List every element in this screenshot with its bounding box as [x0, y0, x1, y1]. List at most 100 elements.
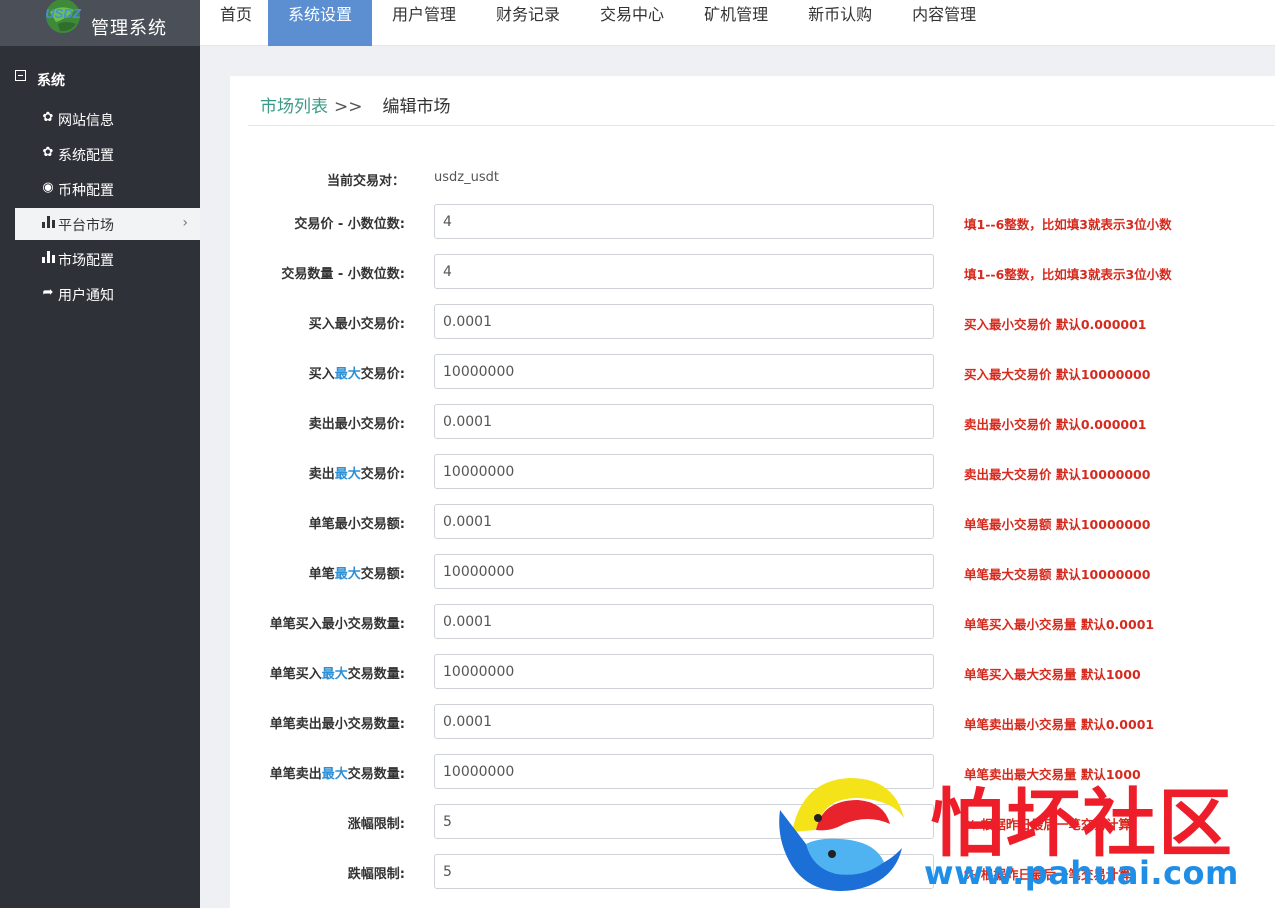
field-input[interactable] [434, 654, 934, 689]
form-row: 卖出最小交易价: 卖出最小交易价 默认0.000001 [230, 404, 1275, 440]
field-label: 单笔买入最小交易数量: [270, 613, 405, 632]
breadcrumb-divider [248, 125, 1275, 126]
form-row: 单笔买入最大交易数量: 单笔买入最大交易量 默认1000 [230, 654, 1275, 690]
form-row: 跌幅限制: % 根据昨日最后一笔交易计算 [230, 854, 1275, 890]
target-icon: ◉ [42, 180, 54, 195]
field-label: 单笔最大交易额: [309, 563, 405, 582]
field-label-text: 卖出 [308, 467, 335, 482]
field-hint: 卖出最小交易价 默认0.000001 [964, 417, 1147, 432]
field-hint: 卖出最大交易价 默认10000000 [964, 467, 1151, 482]
field-label-highlight: 最大 [321, 667, 348, 682]
sidebar-item-label: 币种配置 [58, 183, 114, 199]
nav-finance-records[interactable]: 财务记录 [476, 0, 580, 46]
field-input[interactable] [434, 854, 934, 889]
field-label: 跌幅限制: [348, 863, 405, 882]
form-row: 买入最小交易价: 买入最小交易价 默认0.000001 [230, 304, 1275, 340]
field-input[interactable] [434, 554, 934, 589]
nav-trading-center[interactable]: 交易中心 [580, 0, 684, 46]
field-hint: % 根据昨日最后一笔交易计算 [964, 817, 1131, 832]
field-label: 买入最大交易价: [309, 363, 405, 382]
breadcrumb-market-list-link[interactable]: 市场列表 [260, 97, 328, 117]
field-input[interactable] [434, 204, 934, 239]
form-row: 单笔最小交易额: 单笔最小交易额 默认10000000 [230, 504, 1275, 540]
field-label-text: 涨幅限制: [347, 817, 405, 832]
field-input[interactable] [434, 254, 934, 289]
field-input[interactable] [434, 454, 934, 489]
field-input[interactable] [434, 304, 934, 339]
field-label: 单笔卖出最大交易数量: [270, 763, 405, 782]
sidebar-item-label: 平台市场 [58, 218, 114, 234]
field-label-highlight: 最大 [334, 567, 361, 582]
field-label-text: 买入 [308, 367, 335, 382]
sidebar-item-market-config[interactable]: 市场配置 [15, 243, 200, 275]
field-label-text: 单笔 [308, 567, 335, 582]
form-row-pair: 当前交易对： usdz_usdt [230, 161, 1275, 197]
sidebar: 系统 ✿ 网站信息 ✿ 系统配置 ◉ 币种配置 平台市场 › 市场配置 ➦ 用户… [0, 46, 200, 908]
form-row: 涨幅限制: % 根据昨日最后一笔交易计算 [230, 804, 1275, 840]
field-label-text: 交易额: [360, 567, 405, 582]
form-row: 买入最大交易价: 买入最大交易价 默认10000000 [230, 354, 1275, 390]
nav-home[interactable]: 首页 [200, 0, 268, 46]
field-label-text: 单笔买入最小交易数量: [269, 617, 405, 632]
field-hint: 买入最小交易价 默认0.000001 [964, 317, 1147, 332]
field-label-highlight: 最大 [334, 467, 361, 482]
field-input[interactable] [434, 754, 934, 789]
field-input[interactable] [434, 804, 934, 839]
field-label-highlight: 最大 [321, 767, 348, 782]
form-row: 单笔卖出最大交易数量: 单笔卖出最大交易量 默认1000 [230, 754, 1275, 790]
field-label: 单笔最小交易额: [309, 513, 405, 532]
sidebar-item-label: 用户通知 [58, 288, 114, 304]
field-label-text: 交易价 - 小数位数: [294, 217, 405, 232]
sidebar-item-user-notice[interactable]: ➦ 用户通知 [15, 278, 200, 310]
sidebar-item-platform-market[interactable]: 平台市场 › [15, 208, 200, 240]
field-input[interactable] [434, 404, 934, 439]
nav-miner-management[interactable]: 矿机管理 [684, 0, 788, 46]
pair-label: 当前交易对： [326, 174, 405, 189]
breadcrumb: 市场列表 >> 编辑市场 [260, 92, 451, 117]
field-label-text: 交易数量 - 小数位数: [281, 267, 405, 282]
top-bar: USDZ 管理系统 首页 系统设置 用户管理 财务记录 交易中心 矿机管理 新币… [0, 0, 1275, 46]
field-label-text: 单笔买入 [269, 667, 322, 682]
nav-content-management[interactable]: 内容管理 [892, 0, 996, 46]
form-row: 卖出最大交易价: 卖出最大交易价 默认10000000 [230, 454, 1275, 490]
field-input[interactable] [434, 504, 934, 539]
sidebar-group-system[interactable]: 系统 [0, 66, 200, 92]
field-hint: 单笔最大交易额 默认10000000 [964, 567, 1151, 582]
field-label: 卖出最大交易价: [309, 463, 405, 482]
share-arrow-icon: ➦ [42, 285, 54, 300]
nav-new-coin-subscription[interactable]: 新币认购 [788, 0, 892, 46]
main-nav: 首页 系统设置 用户管理 财务记录 交易中心 矿机管理 新币认购 内容管理 [200, 0, 996, 46]
form-row: 单笔卖出最小交易数量: 单笔卖出最小交易量 默认0.0001 [230, 704, 1275, 740]
field-input[interactable] [434, 704, 934, 739]
field-label: 单笔卖出最小交易数量: [270, 713, 405, 732]
field-label-text: 单笔卖出最小交易数量: [269, 717, 405, 732]
sidebar-item-coin-config[interactable]: ◉ 币种配置 [15, 173, 200, 205]
field-hint: 单笔买入最小交易量 默认0.0001 [964, 617, 1155, 632]
field-label-text: 跌幅限制: [347, 867, 405, 882]
chevron-right-icon: › [182, 215, 188, 231]
nav-user-management[interactable]: 用户管理 [372, 0, 476, 46]
brand-logo-text: USDZ [45, 6, 81, 21]
gear-icon: ✿ [42, 145, 54, 160]
nav-system-settings[interactable]: 系统设置 [268, 0, 373, 46]
bar-chart-icon [41, 216, 55, 230]
sidebar-item-system-config[interactable]: ✿ 系统配置 [15, 138, 200, 170]
breadcrumb-current: 编辑市场 [382, 97, 451, 117]
field-label-text: 单笔最小交易额: [308, 517, 405, 532]
field-hint: 单笔最小交易额 默认10000000 [964, 517, 1151, 532]
field-label-text: 交易价: [360, 467, 405, 482]
field-label: 交易价 - 小数位数: [294, 213, 405, 232]
field-input[interactable] [434, 354, 934, 389]
form-row: 交易数量 - 小数位数: 填1--6整数，比如填3就表示3位小数 [230, 254, 1275, 290]
collapse-icon [15, 70, 26, 81]
field-label: 买入最小交易价: [309, 313, 405, 332]
form-row: 单笔最大交易额: 单笔最大交易额 默认10000000 [230, 554, 1275, 590]
sidebar-item-site-info[interactable]: ✿ 网站信息 [15, 103, 200, 135]
breadcrumb-separator: >> [334, 97, 363, 117]
field-label-text: 交易价: [360, 367, 405, 382]
sidebar-item-label: 系统配置 [58, 148, 114, 164]
field-label-text: 买入最小交易价: [308, 317, 405, 332]
field-label-text: 交易数量: [347, 667, 405, 682]
pair-value: usdz_usdt [434, 170, 499, 185]
field-input[interactable] [434, 604, 934, 639]
